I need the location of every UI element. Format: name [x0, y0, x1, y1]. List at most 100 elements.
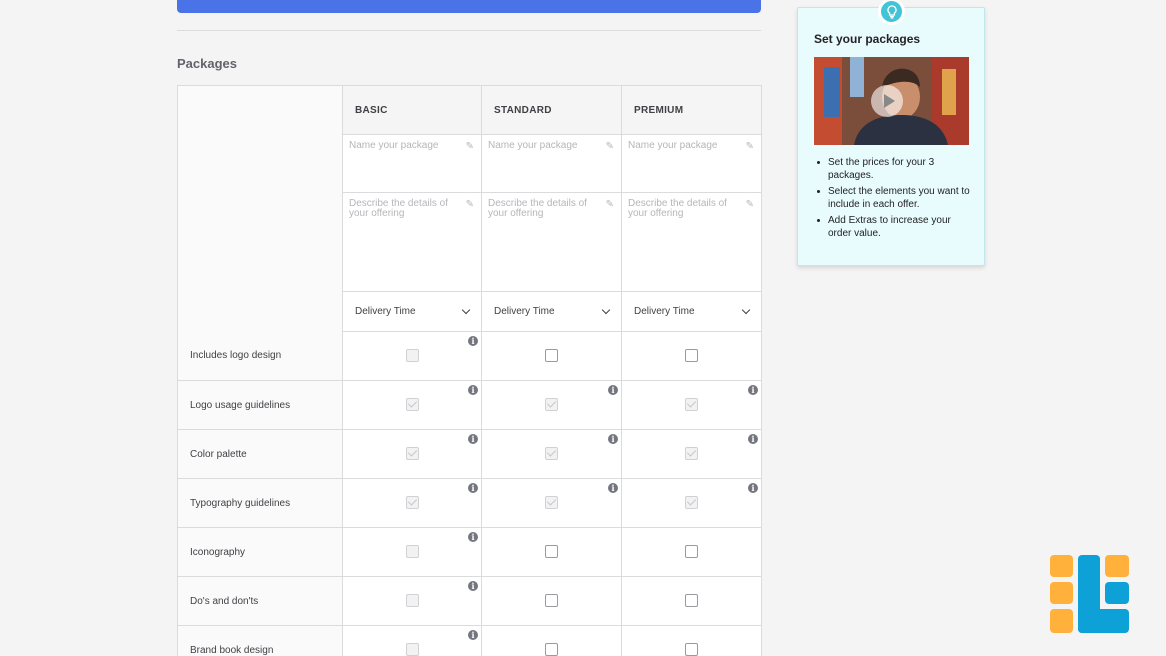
feature-checkbox[interactable]: [545, 545, 558, 559]
feature-checkbox[interactable]: [685, 643, 698, 656]
section-title: Packages: [177, 56, 237, 71]
info-icon[interactable]: i: [468, 434, 478, 444]
feature-cell-premium: [621, 625, 762, 656]
info-icon[interactable]: i: [468, 630, 478, 640]
tip-list: Set the prices for your 3 packages. Sele…: [814, 156, 974, 243]
info-icon[interactable]: i: [608, 434, 618, 444]
table-corner: [177, 85, 343, 332]
feature-rows: Includes logo design i Logo usage guidelin…: [177, 331, 762, 656]
delivery-time-label: Delivery Time: [634, 306, 695, 317]
column-header-premium: PREMIUM: [621, 85, 762, 135]
feature-cell-basic: i: [342, 625, 482, 656]
package-name-placeholder: Name your package: [349, 140, 439, 151]
info-icon[interactable]: i: [468, 483, 478, 493]
package-description-placeholder: Describe the details of your offering: [349, 198, 448, 219]
feature-cell-basic: i: [342, 380, 482, 430]
feature-checkbox: [405, 349, 419, 363]
feature-cell-basic: i: [342, 331, 482, 381]
feature-checkbox[interactable]: [685, 594, 698, 608]
package-description-placeholder: Describe the details of your offering: [628, 198, 727, 219]
feature-checkbox: [685, 496, 698, 510]
info-icon[interactable]: i: [468, 581, 478, 591]
tip-bullet: Select the elements you want to include …: [814, 185, 974, 211]
feature-label: Typography guidelines: [177, 478, 343, 528]
feature-cell-premium: [621, 576, 762, 626]
feature-cell-basic: i: [342, 478, 482, 528]
feature-checkbox: [405, 594, 419, 608]
delivery-time-label: Delivery Time: [355, 306, 416, 317]
delivery-time-select-standard[interactable]: Delivery Time: [481, 291, 622, 332]
info-icon[interactable]: i: [748, 434, 758, 444]
feature-label: Logo usage guidelines: [177, 380, 343, 430]
feature-checkbox[interactable]: [685, 349, 698, 363]
tip-bullet: Set the prices for your 3 packages.: [814, 156, 974, 182]
delivery-time-select-premium[interactable]: Delivery Time: [621, 291, 762, 332]
info-icon[interactable]: i: [468, 385, 478, 395]
package-description-input-basic[interactable]: Describe the details of your offering ✎: [342, 192, 482, 292]
feature-checkbox: [405, 643, 419, 656]
package-description-placeholder: Describe the details of your offering: [488, 198, 587, 219]
feature-row: Includes logo design i: [177, 331, 762, 381]
feature-cell-standard: i: [481, 478, 622, 528]
package-description-input-standard[interactable]: Describe the details of your offering ✎: [481, 192, 622, 292]
feature-checkbox[interactable]: [545, 643, 558, 656]
info-icon[interactable]: i: [468, 532, 478, 542]
feature-checkbox: [685, 398, 698, 412]
feature-row: Typography guidelines i i i: [177, 478, 762, 528]
play-icon[interactable]: [871, 85, 903, 117]
feature-label: Do's and don'ts: [177, 576, 343, 626]
tip-video[interactable]: [814, 57, 969, 145]
feature-row: Brand book design i: [177, 625, 762, 656]
info-icon[interactable]: i: [608, 385, 618, 395]
package-name-input-basic[interactable]: Name your package ✎: [342, 134, 482, 193]
feature-label: Iconography: [177, 527, 343, 577]
feature-cell-standard: [481, 331, 622, 381]
feature-checkbox: [405, 447, 419, 461]
info-icon[interactable]: i: [608, 483, 618, 493]
primary-action-bar[interactable]: [177, 0, 761, 13]
info-icon[interactable]: i: [468, 336, 478, 346]
feature-row: Color palette i i i: [177, 429, 762, 479]
feature-row: Logo usage guidelines i i i: [177, 380, 762, 430]
package-name-placeholder: Name your package: [628, 140, 718, 151]
feature-cell-standard: [481, 576, 622, 626]
column-header-basic: BASIC: [342, 85, 482, 135]
package-description-input-premium[interactable]: Describe the details of your offering ✎: [621, 192, 762, 292]
feature-cell-premium: i: [621, 429, 762, 479]
feature-cell-standard: i: [481, 380, 622, 430]
lightbulb-icon: [878, 0, 905, 25]
pencil-icon: ✎: [605, 199, 614, 210]
feature-cell-basic: i: [342, 527, 482, 577]
info-icon[interactable]: i: [748, 483, 758, 493]
feature-checkbox: [405, 398, 419, 412]
delivery-time-select-basic[interactable]: Delivery Time: [342, 291, 482, 332]
package-name-input-premium[interactable]: Name your package ✎: [621, 134, 762, 193]
feature-checkbox: [545, 398, 558, 412]
pencil-icon: ✎: [605, 141, 614, 152]
package-name-placeholder: Name your package: [488, 140, 578, 151]
feature-cell-basic: i: [342, 429, 482, 479]
feature-checkbox: [405, 545, 419, 559]
feature-row: Do's and don'ts i: [177, 576, 762, 626]
feature-cell-standard: [481, 527, 622, 577]
package-name-input-standard[interactable]: Name your package ✎: [481, 134, 622, 193]
tip-bullet: Add Extras to increase your order value.: [814, 214, 974, 240]
feature-checkbox[interactable]: [685, 545, 698, 559]
brand-logo: [1050, 555, 1130, 633]
feature-cell-premium: i: [621, 380, 762, 430]
tip-panel: Set your packages Set the prices for you…: [797, 0, 985, 266]
feature-checkbox: [685, 447, 698, 461]
column-header-standard: STANDARD: [481, 85, 622, 135]
feature-checkbox[interactable]: [545, 349, 558, 363]
chevron-down-icon: [601, 305, 611, 315]
feature-checkbox[interactable]: [545, 594, 558, 608]
pencil-icon: ✎: [745, 141, 754, 152]
feature-label: Includes logo design: [177, 331, 343, 381]
feature-cell-premium: [621, 331, 762, 381]
pencil-icon: ✎: [465, 199, 474, 210]
feature-checkbox: [405, 496, 419, 510]
info-icon[interactable]: i: [748, 385, 758, 395]
feature-checkbox: [545, 496, 558, 510]
divider: [177, 30, 761, 31]
delivery-time-label: Delivery Time: [494, 306, 555, 317]
